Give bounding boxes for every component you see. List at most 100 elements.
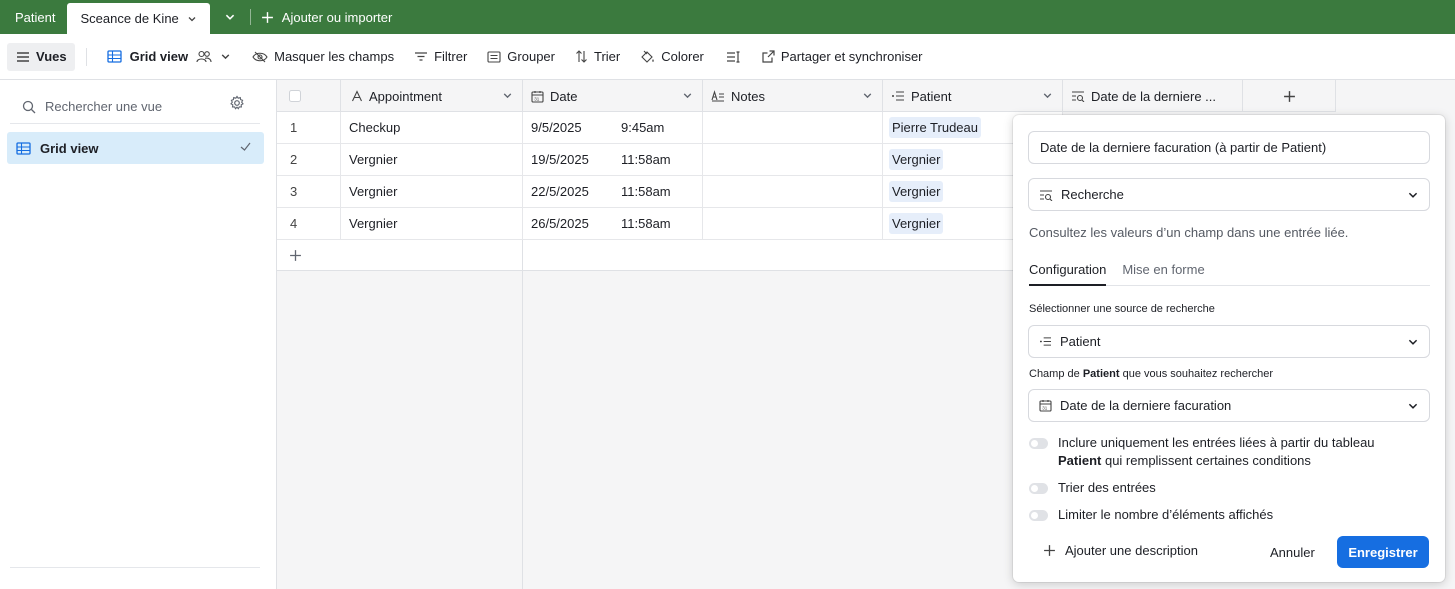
views-sidebar: Rechercher une vue Grid view [0, 80, 277, 589]
divider [10, 567, 260, 568]
linked-record-icon [891, 90, 905, 102]
svg-text:31: 31 [1042, 406, 1048, 411]
save-button[interactable]: Enregistrer [1337, 536, 1429, 568]
limit-items-toggle[interactable] [1029, 510, 1048, 521]
notes-cell[interactable] [703, 112, 883, 143]
share-sync-label: Partager et synchroniser [780, 49, 923, 64]
add-or-import-button[interactable]: Ajouter ou importer [261, 0, 393, 34]
row-height-button[interactable] [718, 43, 748, 71]
add-field-button[interactable] [1243, 80, 1336, 112]
sort-entries-toggle[interactable] [1029, 483, 1048, 494]
chevron-down-icon[interactable] [1042, 90, 1053, 101]
linked-record-pill[interactable]: Vergnier [889, 149, 944, 170]
svg-text:31: 31 [534, 96, 540, 101]
lookup-source-select[interactable]: Patient [1028, 325, 1430, 358]
table-row[interactable]: 2 Vergnier 19/5/2025 11:58am Vergnier [277, 144, 1063, 176]
select-all-cell[interactable] [277, 80, 341, 112]
tab-configuration[interactable]: Configuration [1029, 262, 1107, 286]
chevron-down-icon[interactable] [220, 51, 231, 62]
grid-header: Appointment 31 Date Notes Patient Date d… [277, 80, 1336, 112]
notes-cell[interactable] [703, 144, 883, 175]
linked-record-pill[interactable]: Vergnier [889, 181, 944, 202]
lookup-field-select[interactable]: 31 Date de la derniere facuration [1028, 389, 1430, 422]
add-description-button[interactable]: Ajouter une description [1043, 543, 1198, 558]
field-name-input[interactable]: Date de la derniere facuration (à partir… [1028, 131, 1430, 164]
add-record-row[interactable] [277, 240, 1063, 271]
lookup-field-label: Champ de Patient que vous souhaitez rech… [1029, 368, 1273, 380]
table-row[interactable]: 1 Checkup 9/5/2025 9:45am Pierre Trudeau [277, 112, 1063, 144]
lookup-icon [1071, 90, 1085, 102]
linked-record-icon [1039, 336, 1052, 347]
appointment-cell[interactable]: Checkup [341, 112, 523, 143]
limit-items-option: Limiter le nombre d’éléments affichés [1029, 506, 1273, 524]
column-header-notes[interactable]: Notes [703, 80, 883, 112]
group-button[interactable]: Grouper [479, 43, 563, 71]
paint-bucket-icon [640, 50, 655, 64]
chevron-down-icon[interactable] [218, 11, 240, 23]
tab-formatting[interactable]: Mise en forme [1122, 262, 1204, 285]
linked-record-pill[interactable]: Vergnier [889, 213, 944, 234]
time-value: 11:58am [621, 152, 671, 167]
plus-icon [261, 11, 274, 24]
field-config-panel: Date de la derniere facuration (à partir… [1013, 115, 1445, 582]
lookup-field-label-table: Patient [1082, 368, 1120, 380]
lookup-icon [1039, 189, 1053, 201]
linked-conditions-option: Inclure uniquement les entrées liées à p… [1029, 434, 1375, 470]
add-import-label: Ajouter ou importer [281, 9, 393, 25]
divider [85, 47, 87, 66]
column-header-lookup[interactable]: Date de la derniere ... [1063, 80, 1243, 112]
group-label: Grouper [507, 49, 555, 64]
chevron-down-icon [1407, 400, 1419, 412]
chevron-down-icon[interactable] [187, 14, 197, 24]
chevron-down-icon[interactable] [502, 90, 513, 101]
table-row[interactable]: 4 Vergnier 26/5/2025 11:58am Vergnier [277, 208, 1063, 240]
column-header-appointment[interactable]: Appointment [341, 80, 523, 112]
table-row[interactable]: 3 Vergnier 22/5/2025 11:58am Vergnier [277, 176, 1063, 208]
add-record-button[interactable] [277, 240, 523, 270]
hide-fields-button[interactable]: Masquer les champs [244, 43, 402, 71]
external-link-icon [762, 50, 775, 63]
calendar-icon: 31 [531, 90, 544, 103]
sidebar-item-grid-view[interactable]: Grid view [7, 132, 264, 164]
tab-sceance-de-kine[interactable]: Sceance de Kine [67, 3, 210, 34]
search-views-input[interactable]: Rechercher une vue [10, 90, 260, 124]
notes-cell[interactable] [703, 176, 883, 207]
time-value: 9:45am [621, 120, 665, 135]
column-header-date[interactable]: 31 Date [523, 80, 703, 112]
all-tables-dropdown[interactable] [218, 0, 240, 34]
sort-button[interactable]: Trier [567, 43, 628, 71]
tab-patient[interactable]: Patient [0, 0, 67, 34]
column-label: Appointment [369, 88, 442, 104]
column-header-patient[interactable]: Patient [883, 80, 1063, 112]
add-record-row-fill [523, 240, 1063, 270]
views-toggle-button[interactable]: Vues [7, 42, 75, 71]
appointment-cell[interactable]: Vergnier [341, 144, 523, 175]
text-field-icon [351, 90, 363, 102]
gear-icon[interactable] [229, 95, 245, 111]
date-cell[interactable]: 19/5/2025 11:58am [523, 144, 703, 175]
filter-button[interactable]: Filtrer [406, 43, 475, 71]
panel-tabs: Configuration Mise en forme [1029, 262, 1430, 286]
linked-record-pill[interactable]: Pierre Trudeau [889, 117, 981, 138]
select-all-checkbox[interactable] [289, 90, 301, 102]
share-sync-button[interactable]: Partager et synchroniser [754, 43, 931, 71]
linked-conditions-toggle[interactable] [1029, 438, 1048, 449]
color-button[interactable]: Colorer [632, 43, 712, 71]
date-cell[interactable]: 22/5/2025 11:58am [523, 176, 703, 207]
chevron-down-icon[interactable] [862, 90, 873, 101]
current-view-button[interactable]: Grid view [99, 43, 240, 71]
date-value: 9/5/2025 [531, 120, 582, 135]
cancel-button[interactable]: Annuler [1270, 545, 1315, 560]
plus-icon [1283, 90, 1296, 103]
appointment-cell[interactable]: Vergnier [341, 208, 523, 239]
chevron-down-icon[interactable] [682, 90, 693, 101]
appointment-cell[interactable]: Vergnier [341, 176, 523, 207]
grid-rows: 1 Checkup 9/5/2025 9:45am Pierre Trudeau … [277, 112, 1063, 271]
linked-conditions-label: Inclure uniquement les entrées liées à p… [1058, 434, 1375, 470]
row-number: 2 [277, 144, 341, 175]
notes-cell[interactable] [703, 208, 883, 239]
hide-fields-label: Masquer les champs [274, 49, 395, 64]
date-cell[interactable]: 9/5/2025 9:45am [523, 112, 703, 143]
date-cell[interactable]: 26/5/2025 11:58am [523, 208, 703, 239]
field-type-select[interactable]: Recherche [1028, 178, 1430, 211]
